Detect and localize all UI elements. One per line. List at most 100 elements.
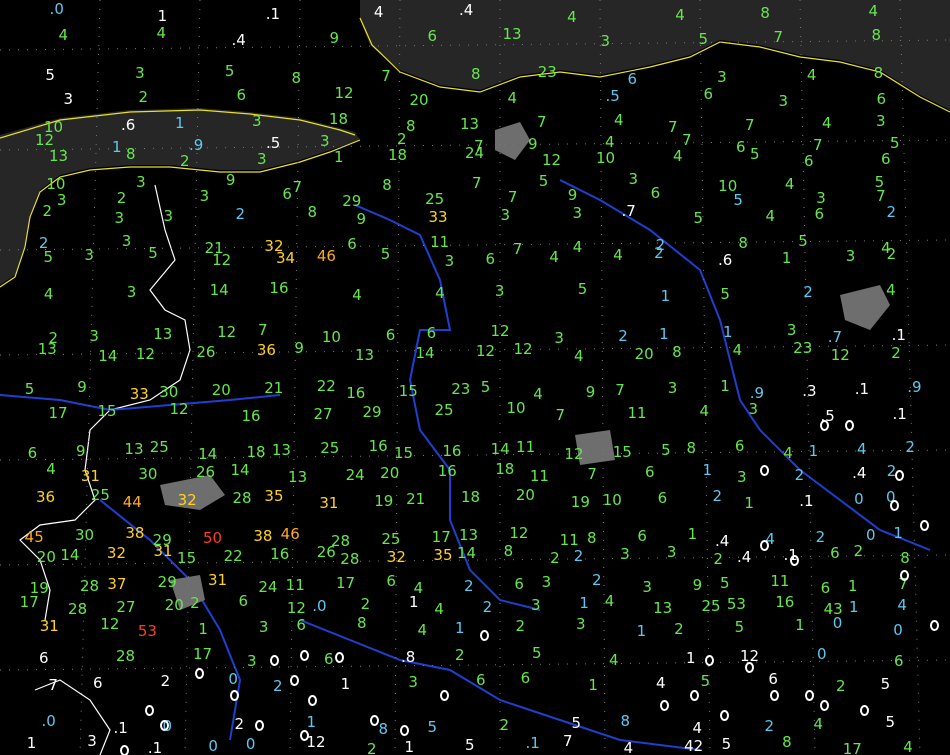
station-value: 4 xyxy=(806,66,817,84)
station-value: 2 xyxy=(794,466,805,484)
station-value: 20 xyxy=(211,381,231,399)
station-value: 11 xyxy=(770,572,790,590)
station-value: 4 xyxy=(732,341,743,359)
station-value: 8 xyxy=(686,439,697,457)
station-value: 16 xyxy=(241,407,261,425)
station-value: 5 xyxy=(890,134,900,152)
station-value: 6 xyxy=(386,572,396,590)
station-value: 31 xyxy=(319,494,339,512)
station-value: .0 xyxy=(312,597,327,615)
station-value: 8 xyxy=(871,26,882,44)
zero-ring-icon xyxy=(290,675,299,686)
station-value: 5 xyxy=(720,285,730,303)
station-value: 9 xyxy=(329,29,340,47)
station-value: 6 xyxy=(657,489,668,507)
station-value: 20 xyxy=(634,345,654,363)
station-value: 4 xyxy=(567,8,577,26)
station-value: 28 xyxy=(232,489,252,507)
outside-land-north xyxy=(360,0,950,110)
station-value: 6 xyxy=(39,649,49,667)
station-value: 3 xyxy=(531,596,541,614)
station-value: 4 xyxy=(623,739,634,755)
station-value: 21 xyxy=(264,379,284,397)
station-value: 11 xyxy=(516,438,536,456)
station-value: 12 xyxy=(542,151,562,169)
station-value: 6 xyxy=(282,185,292,203)
station-value: 5 xyxy=(224,62,235,80)
station-value: 5 xyxy=(577,280,588,298)
station-value: 29 xyxy=(362,403,382,421)
station-value: 2 xyxy=(886,203,897,221)
station-value: 15 xyxy=(398,382,418,400)
station-value: 17 xyxy=(336,574,356,592)
station-value: 12 xyxy=(306,733,326,751)
station-value: 3 xyxy=(642,578,652,596)
station-value: .9 xyxy=(749,384,765,402)
station-value: 3 xyxy=(320,132,330,150)
station-value: 8 xyxy=(503,542,514,560)
station-value: .4 xyxy=(736,548,752,566)
station-value: 6 xyxy=(296,616,306,634)
station-value: 4 xyxy=(435,284,445,302)
station-value: 25 xyxy=(434,401,454,419)
station-value: 6 xyxy=(768,670,778,688)
station-value: 3 xyxy=(444,252,455,270)
zero-ring-icon xyxy=(230,690,239,701)
station-value: 28 xyxy=(68,600,88,618)
station-value: .0 xyxy=(49,0,64,18)
station-value: 3 xyxy=(408,673,418,691)
station-value: 18 xyxy=(329,110,349,128)
station-value: 4 xyxy=(784,175,795,193)
station-value: 33 xyxy=(129,385,149,403)
station-value: 4 xyxy=(614,111,624,129)
station-value: 46 xyxy=(280,525,300,543)
station-value: 17 xyxy=(193,645,213,663)
station-value: 2 xyxy=(654,244,664,262)
station-value: 32 xyxy=(177,491,197,509)
station-value: 27 xyxy=(116,598,136,616)
station-value: 7 xyxy=(381,67,391,85)
station-value: 6 xyxy=(236,86,247,104)
zero-ring-icon xyxy=(145,705,154,716)
station-value: 1 xyxy=(408,593,419,611)
station-value: 3 xyxy=(666,543,677,561)
station-value: 35 xyxy=(433,546,453,564)
station-value: 4 xyxy=(783,444,793,462)
station-value: 6 xyxy=(427,27,438,45)
station-value: 5 xyxy=(798,232,808,250)
zero-ring-icon xyxy=(440,690,449,701)
station-value: .4 xyxy=(231,31,246,49)
station-value: 12 xyxy=(212,251,232,269)
station-value: 35 xyxy=(264,487,284,505)
station-value: 5 xyxy=(885,713,896,731)
station-value: 23 xyxy=(451,380,471,398)
station-value: 23 xyxy=(537,63,557,81)
station-value: 26 xyxy=(195,463,216,481)
station-value: 4 xyxy=(675,6,685,24)
station-value: 28 xyxy=(80,577,100,595)
station-value: 4 xyxy=(765,207,776,225)
basemap xyxy=(0,0,950,755)
station-value: 1 xyxy=(455,619,465,637)
station-value: 2 xyxy=(235,205,246,223)
station-value: 1 xyxy=(340,675,351,693)
station-value: 18 xyxy=(388,146,408,164)
zero-ring-icon xyxy=(335,652,344,663)
zero-ring-icon xyxy=(160,720,169,731)
station-value: 17 xyxy=(19,593,39,611)
station-value: 34 xyxy=(275,249,296,267)
station-value: 1 xyxy=(157,7,168,25)
station-value: 3 xyxy=(136,173,146,191)
station-value: 20 xyxy=(36,548,56,566)
station-value: 6 xyxy=(804,152,814,170)
station-value: 3 xyxy=(56,191,67,209)
station-value: 8 xyxy=(406,117,416,135)
station-value: 20 xyxy=(409,91,429,109)
station-value: .0 xyxy=(41,712,56,730)
station-value: 30 xyxy=(159,383,179,401)
station-value: 1 xyxy=(404,738,415,755)
station-value: 24 xyxy=(465,144,485,162)
station-value: 7 xyxy=(507,188,518,206)
station-value: 16 xyxy=(442,442,462,460)
station-value: 3 xyxy=(500,206,511,224)
